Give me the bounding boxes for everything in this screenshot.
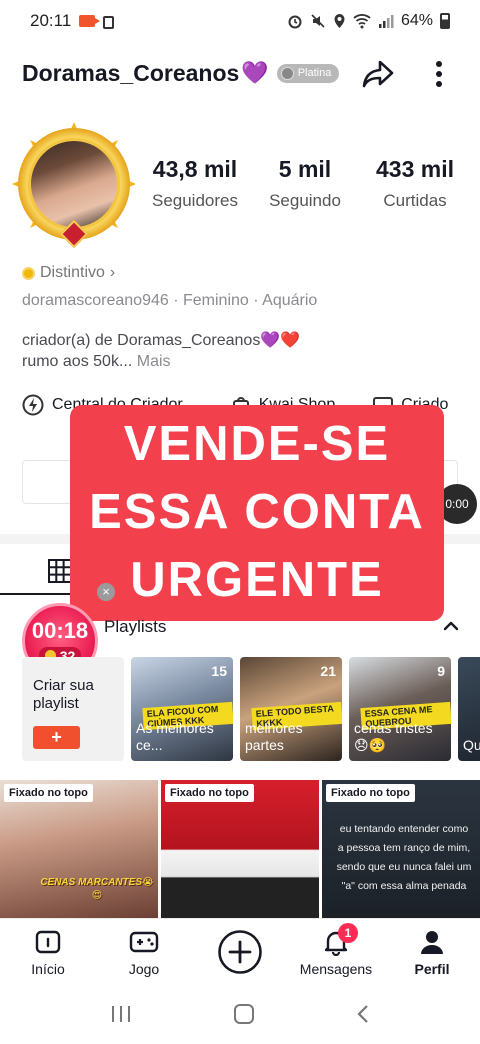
stat-followers[interactable]: 43,8 mil Seguidores (150, 156, 240, 211)
video-caption: CENAS MARCANTES😭😍 (40, 877, 154, 901)
playlist-name: As melhores ce... (136, 720, 214, 753)
create-playlist-label: Criar sua playlist (33, 677, 94, 712)
lightning-circle-icon (22, 394, 44, 416)
status-bar: 20:11 64% (0, 0, 480, 42)
pinned-label: Fixado no topo (165, 784, 254, 802)
battery-percent: 64% (400, 12, 433, 29)
alarm-icon (288, 15, 302, 29)
profile-icon (421, 930, 443, 954)
location-icon (334, 14, 345, 28)
gamepad-icon (129, 931, 159, 952)
stat-likes[interactable]: 433 mil Curtidas (370, 156, 460, 211)
playlist-count: 15 (211, 663, 227, 679)
playlist-card[interactable]: 15 ELA FICOU COM CIÚMES KKK As melhores … (131, 657, 233, 761)
followers-label: Seguidores (151, 191, 238, 210)
home-icon (35, 930, 61, 953)
nav-jogo-label: Jogo (128, 960, 160, 977)
lock-icon (103, 16, 115, 29)
nav-jogo[interactable]: Jogo (96, 919, 192, 984)
nav-mensagens-label: Mensagens (299, 960, 373, 977)
overlay-line-2: ESSA CONTA (89, 485, 425, 539)
bio-more-link[interactable]: Mais (137, 353, 171, 370)
distintivo-link[interactable]: Distintivo › (22, 264, 115, 282)
recents-icon[interactable] (110, 1004, 132, 1024)
chevron-up-icon[interactable] (441, 616, 461, 636)
profile-header: Doramas_Coreanos 💜 Platina (0, 50, 480, 96)
system-navigation (0, 984, 480, 1044)
wifi-icon (353, 14, 371, 29)
bio-line-1: criador(a) de Doramas_Coreanos💜❤️ (22, 332, 301, 349)
close-icon[interactable]: × (97, 583, 115, 601)
create-playlist-button[interactable]: + (33, 726, 80, 749)
platina-badge[interactable]: Platina (276, 63, 340, 83)
nav-create[interactable] (192, 919, 288, 984)
platina-label: Platina (297, 67, 332, 79)
coin-icon (22, 266, 35, 280)
gender: Feminino (183, 292, 249, 309)
username: Doramas_Coreanos (22, 59, 240, 86)
pinned-label: Fixado no topo (326, 784, 415, 802)
stat-following[interactable]: 5 mil Seguindo (260, 156, 350, 211)
battery-icon (440, 13, 450, 29)
playlist-count: 21 (320, 663, 336, 679)
zodiac-sign: Aquário (262, 292, 318, 309)
status-time: 20:11 (30, 11, 72, 30)
bio: criador(a) de Doramas_Coreanos💜❤️ rumo a… (22, 330, 300, 372)
platina-icon (280, 66, 294, 80)
playlist-name: cenas tristes 😞🥺 (354, 720, 433, 753)
create-playlist-card[interactable]: Criar sua playlist + (22, 657, 124, 761)
playlist-card[interactable]: 21 ELE TODO BESTA KKKK melhores partes (240, 657, 342, 761)
video-text: eu tentando entender como a pessoa tem r… (336, 823, 472, 892)
pinned-label: Fixado no topo (4, 784, 93, 802)
distintivo-label: Distintivo (40, 264, 105, 281)
nav-mensagens[interactable]: 1 Mensagens (288, 919, 384, 984)
nav-inicio-label: Início (31, 960, 65, 977)
bio-line-2: rumo aos 50k... (22, 353, 133, 370)
sale-overlay-text: VENDE-SE ESSA CONTA URGENTE (70, 410, 444, 614)
video-thumbnail[interactable]: Fixado no topo eu tentando entender como… (322, 780, 480, 918)
playlist-card[interactable]: Qu (458, 657, 480, 761)
likes-label: Curtidas (383, 191, 447, 210)
plus-circle-icon (218, 929, 262, 974)
chevron-right-icon: › (109, 264, 116, 281)
bottom-nav: Início Jogo 1 Mensagens Perfil (0, 918, 480, 984)
purple-heart-emoji: 💜 (241, 60, 269, 85)
vertical-dots-icon (436, 61, 442, 87)
mute-icon (311, 14, 325, 28)
following-count: 5 mil (278, 156, 332, 182)
share-arrow-icon (362, 60, 394, 88)
video-thumbnail[interactable]: Fixado no topo (161, 780, 319, 918)
playlist-name: melhores partes (245, 720, 303, 753)
followers-count: 43,8 mil (152, 156, 238, 182)
nav-perfil-label: Perfil (414, 960, 450, 977)
overlay-line-3: URGENTE (130, 553, 384, 607)
handle: doramascoreano946 (22, 292, 169, 309)
home-button-icon[interactable] (233, 1003, 255, 1025)
profile-meta: doramascoreano946 · Feminino · Aquário (22, 292, 318, 309)
nav-perfil[interactable]: Perfil (384, 919, 480, 984)
playlist-name: Qu (463, 737, 480, 753)
playlist-card[interactable]: 9 ESSA CENA ME QUEBROU cenas tristes 😞🥺 (349, 657, 451, 761)
avatar-photo (28, 138, 120, 230)
avatar[interactable] (12, 122, 136, 249)
playlists-title: Playlists (104, 617, 167, 636)
timer-time: 00:18 (31, 617, 89, 643)
signal-icon (378, 15, 394, 28)
following-label: Seguindo (269, 191, 341, 210)
overlay-line-1: VENDE-SE (123, 417, 391, 471)
notification-badge: 1 (338, 923, 358, 943)
more-options-button[interactable] (424, 56, 454, 92)
share-button[interactable] (360, 56, 396, 92)
nav-inicio[interactable]: Início (0, 919, 96, 984)
profile-stats: 43,8 mil Seguidores 5 mil Seguindo 433 m… (150, 156, 460, 211)
back-icon[interactable] (356, 1003, 370, 1025)
video-thumbnail[interactable]: Fixado no topo CENAS MARCANTES😭😍 (0, 780, 158, 918)
video-grid: Fixado no topo CENAS MARCANTES😭😍 Fixado … (0, 780, 480, 918)
screen-record-icon (79, 15, 101, 27)
likes-count: 433 mil (376, 156, 454, 182)
playlist-count: 9 (437, 663, 445, 679)
